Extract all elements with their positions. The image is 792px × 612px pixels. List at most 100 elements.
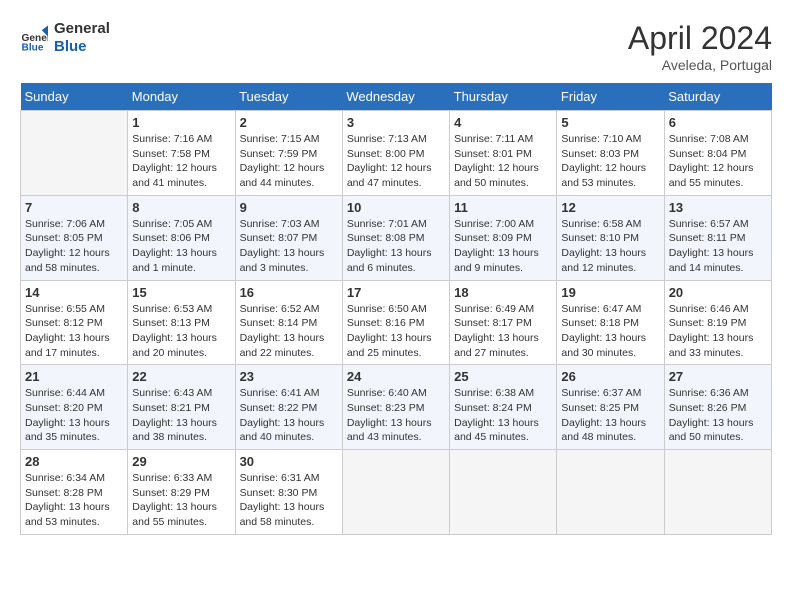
calendar-cell: 21Sunrise: 6:44 AM Sunset: 8:20 PM Dayli… [21, 365, 128, 450]
day-number: 9 [240, 200, 338, 215]
day-number: 6 [669, 115, 767, 130]
day-info: Sunrise: 6:55 AM Sunset: 8:12 PM Dayligh… [25, 302, 123, 361]
day-number: 22 [132, 369, 230, 384]
day-info: Sunrise: 6:46 AM Sunset: 8:19 PM Dayligh… [669, 302, 767, 361]
calendar-cell: 17 Sunrise: 6:50 AM Sunset: 8:16 PM Dayli… [342, 280, 449, 365]
day-info: Sunrise: 7:05 AM Sunset: 8:06 PM Dayligh… [132, 217, 230, 276]
calendar-cell: 10 Sunrise: 7:01 AM Sunset: 8:08 PM Dayli… [342, 195, 449, 280]
day-info: Sunrise: 6:53 AM Sunset: 8:13 PM Dayligh… [132, 302, 230, 361]
calendar-cell: 11 Sunrise: 7:00 AM Sunset: 8:09 PM Dayli… [450, 195, 557, 280]
calendar-cell: 13 Sunrise: 6:57 AM Sunset: 8:11 PM Dayli… [664, 195, 771, 280]
day-number: 25 [454, 369, 552, 384]
calendar-header-wednesday: Wednesday [342, 83, 449, 111]
day-info: Sunrise: 7:11 AM Sunset: 8:01 PM Dayligh… [454, 132, 552, 191]
calendar-header-saturday: Saturday [664, 83, 771, 111]
day-info: Sunrise: 6:58 AM Sunset: 8:10 PM Dayligh… [561, 217, 659, 276]
calendar-week-2: 7 Sunrise: 7:06 AM Sunset: 8:05 PM Daylig… [21, 195, 772, 280]
day-info: Sunrise: 7:16 AM Sunset: 7:58 PM Dayligh… [132, 132, 230, 191]
calendar-cell: 26 Sunrise: 6:37 AM Sunset: 8:25 PM Dayli… [557, 365, 664, 450]
day-number: 1 [132, 115, 230, 130]
calendar-cell: 22 Sunrise: 6:43 AM Sunset: 8:21 PM Dayli… [128, 365, 235, 450]
calendar-cell [557, 450, 664, 535]
day-info: Sunrise: 7:10 AM Sunset: 8:03 PM Dayligh… [561, 132, 659, 191]
day-info: Sunrise: 6:37 AM Sunset: 8:25 PM Dayligh… [561, 386, 659, 445]
calendar-header-row: SundayMondayTuesdayWednesdayThursdayFrid… [21, 83, 772, 111]
calendar-cell: 2 Sunrise: 7:15 AM Sunset: 7:59 PM Daylig… [235, 111, 342, 196]
calendar-cell: 23 Sunrise: 6:41 AM Sunset: 8:22 PM Dayli… [235, 365, 342, 450]
day-info: Sunrise: 6:34 AM Sunset: 8:28 PM Dayligh… [25, 471, 123, 530]
day-number: 28 [25, 454, 123, 469]
calendar-cell [342, 450, 449, 535]
logo: General Blue General Blue [20, 20, 110, 56]
calendar-cell: 24 Sunrise: 6:40 AM Sunset: 8:23 PM Dayli… [342, 365, 449, 450]
calendar-cell: 4 Sunrise: 7:11 AM Sunset: 8:01 PM Daylig… [450, 111, 557, 196]
calendar-cell: 25 Sunrise: 6:38 AM Sunset: 8:24 PM Dayli… [450, 365, 557, 450]
calendar-cell: 15 Sunrise: 6:53 AM Sunset: 8:13 PM Dayli… [128, 280, 235, 365]
day-number: 4 [454, 115, 552, 130]
day-info: Sunrise: 6:49 AM Sunset: 8:17 PM Dayligh… [454, 302, 552, 361]
calendar-header-friday: Friday [557, 83, 664, 111]
calendar-cell: 27 Sunrise: 6:36 AM Sunset: 8:26 PM Dayli… [664, 365, 771, 450]
calendar-header-thursday: Thursday [450, 83, 557, 111]
day-number: 27 [669, 369, 767, 384]
day-info: Sunrise: 6:43 AM Sunset: 8:21 PM Dayligh… [132, 386, 230, 445]
day-number: 2 [240, 115, 338, 130]
calendar-cell: 19 Sunrise: 6:47 AM Sunset: 8:18 PM Dayli… [557, 280, 664, 365]
day-info: Sunrise: 6:47 AM Sunset: 8:18 PM Dayligh… [561, 302, 659, 361]
calendar-cell: 30 Sunrise: 6:31 AM Sunset: 8:30 PM Dayli… [235, 450, 342, 535]
calendar-cell: 14Sunrise: 6:55 AM Sunset: 8:12 PM Dayli… [21, 280, 128, 365]
day-info: Sunrise: 6:41 AM Sunset: 8:22 PM Dayligh… [240, 386, 338, 445]
day-info: Sunrise: 6:33 AM Sunset: 8:29 PM Dayligh… [132, 471, 230, 530]
day-info: Sunrise: 7:15 AM Sunset: 7:59 PM Dayligh… [240, 132, 338, 191]
location-title: Aveleda, Portugal [628, 57, 772, 73]
calendar-header-sunday: Sunday [21, 83, 128, 111]
day-info: Sunrise: 7:01 AM Sunset: 8:08 PM Dayligh… [347, 217, 445, 276]
day-info: Sunrise: 6:57 AM Sunset: 8:11 PM Dayligh… [669, 217, 767, 276]
calendar-cell: 8 Sunrise: 7:05 AM Sunset: 8:06 PM Daylig… [128, 195, 235, 280]
title-block: April 2024 Aveleda, Portugal [628, 20, 772, 73]
day-number: 30 [240, 454, 338, 469]
day-info: Sunrise: 6:36 AM Sunset: 8:26 PM Dayligh… [669, 386, 767, 445]
calendar-cell: 16Sunrise: 6:52 AM Sunset: 8:14 PM Dayli… [235, 280, 342, 365]
day-info: Sunrise: 6:50 AM Sunset: 8:16 PM Dayligh… [347, 302, 445, 361]
day-number: 10 [347, 200, 445, 215]
day-number: 23 [240, 369, 338, 384]
day-number: 8 [132, 200, 230, 215]
calendar-cell: 5 Sunrise: 7:10 AM Sunset: 8:03 PM Daylig… [557, 111, 664, 196]
calendar-cell [664, 450, 771, 535]
calendar-cell: 6Sunrise: 7:08 AM Sunset: 8:04 PM Daylig… [664, 111, 771, 196]
day-info: Sunrise: 6:38 AM Sunset: 8:24 PM Dayligh… [454, 386, 552, 445]
day-number: 19 [561, 285, 659, 300]
day-info: Sunrise: 7:06 AM Sunset: 8:05 PM Dayligh… [25, 217, 123, 276]
day-number: 29 [132, 454, 230, 469]
day-info: Sunrise: 7:03 AM Sunset: 8:07 PM Dayligh… [240, 217, 338, 276]
day-info: Sunrise: 6:31 AM Sunset: 8:30 PM Dayligh… [240, 471, 338, 530]
calendar-cell: 29 Sunrise: 6:33 AM Sunset: 8:29 PM Dayli… [128, 450, 235, 535]
day-info: Sunrise: 7:00 AM Sunset: 8:09 PM Dayligh… [454, 217, 552, 276]
day-number: 17 [347, 285, 445, 300]
calendar-cell [21, 111, 128, 196]
month-title: April 2024 [628, 20, 772, 57]
day-number: 15 [132, 285, 230, 300]
calendar-cell: 1 Sunrise: 7:16 AM Sunset: 7:58 PM Daylig… [128, 111, 235, 196]
day-number: 13 [669, 200, 767, 215]
day-number: 21 [25, 369, 123, 384]
day-info: Sunrise: 6:52 AM Sunset: 8:14 PM Dayligh… [240, 302, 338, 361]
svg-text:Blue: Blue [22, 42, 44, 52]
calendar-week-3: 14Sunrise: 6:55 AM Sunset: 8:12 PM Dayli… [21, 280, 772, 365]
calendar-cell: 18 Sunrise: 6:49 AM Sunset: 8:17 PM Dayli… [450, 280, 557, 365]
calendar-cell [450, 450, 557, 535]
page-header: General Blue General Blue April 2024 Ave… [20, 20, 772, 73]
day-number: 5 [561, 115, 659, 130]
calendar-cell: 28 Sunrise: 6:34 AM Sunset: 8:28 PM Dayli… [21, 450, 128, 535]
day-number: 26 [561, 369, 659, 384]
day-number: 12 [561, 200, 659, 215]
logo-text-general: General [54, 20, 110, 38]
calendar-cell: 9 Sunrise: 7:03 AM Sunset: 8:07 PM Daylig… [235, 195, 342, 280]
calendar-week-4: 21Sunrise: 6:44 AM Sunset: 8:20 PM Dayli… [21, 365, 772, 450]
day-number: 18 [454, 285, 552, 300]
day-number: 24 [347, 369, 445, 384]
day-number: 11 [454, 200, 552, 215]
day-number: 7 [25, 200, 123, 215]
day-info: Sunrise: 6:40 AM Sunset: 8:23 PM Dayligh… [347, 386, 445, 445]
